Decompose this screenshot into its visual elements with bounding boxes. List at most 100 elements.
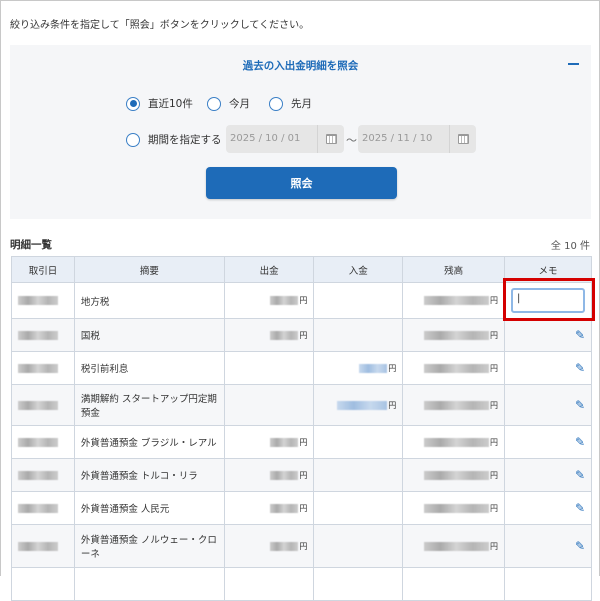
- blurred-date: [18, 363, 58, 373]
- blurred-date: [18, 296, 58, 305]
- yen-label: 円: [299, 330, 308, 340]
- pencil-icon[interactable]: ✎: [575, 328, 585, 342]
- radio-label: 今月: [229, 98, 250, 110]
- blurred-amount: [423, 541, 489, 551]
- blurred-amount: [423, 296, 489, 305]
- pencil-icon[interactable]: ✎: [575, 435, 585, 449]
- desc-cell: 外貨普通預金 トルコ・リラ: [73, 458, 225, 492]
- table-row: 税引前利息 円 円 ✎: [11, 351, 593, 385]
- list-title: 明細一覧: [10, 239, 52, 251]
- yen-label: 円: [299, 503, 308, 513]
- yen-label: 円: [489, 330, 498, 340]
- blurred-amount: [270, 503, 299, 513]
- yen-label: 円: [489, 541, 498, 551]
- in-cell: 円: [313, 351, 404, 385]
- blurred-amount: [337, 400, 388, 410]
- memo-cell[interactable]: ✎: [503, 458, 593, 492]
- radio-label: 先月: [291, 98, 312, 110]
- out-cell: 円: [223, 425, 315, 459]
- balance-cell: 円: [402, 458, 505, 492]
- radio-icon: [126, 132, 140, 147]
- blurred-amount: [423, 330, 489, 340]
- blurred-date: [18, 470, 58, 480]
- yen-label: 円: [299, 470, 308, 480]
- in-cell: 円: [313, 384, 404, 426]
- date-cell: [11, 491, 75, 525]
- radio-recent10[interactable]: 直近10件: [126, 96, 193, 111]
- blurred-amount: [423, 400, 489, 410]
- minus-icon[interactable]: [568, 63, 579, 65]
- yen-label: 円: [489, 400, 498, 410]
- radio-date-range[interactable]: 期間を指定する: [126, 132, 222, 147]
- date-cell: [11, 384, 75, 426]
- table-row: 外貨普通預金 ブラジル・レアル 円 円 ✎: [11, 425, 593, 459]
- desc-cell: 外貨普通預金 ブラジル・レアル: [73, 425, 225, 459]
- date-from-input[interactable]: 2025 / 10 / 01: [226, 125, 344, 153]
- blurred-date: [18, 541, 58, 551]
- balance-cell: 円: [402, 491, 505, 525]
- table-row: 外貨普通預金 トルコ・リラ 円 円 ✎: [11, 458, 593, 492]
- desc-cell: 外貨普通預金 人民元: [73, 491, 225, 525]
- memo-cell[interactable]: ✎: [503, 351, 593, 385]
- radio-last-month[interactable]: 先月: [269, 96, 312, 111]
- date-to-input[interactable]: 2025 / 11 / 10: [358, 125, 476, 153]
- blurred-date: [18, 400, 58, 410]
- date-cell: [11, 524, 75, 568]
- date-to-value: 2025 / 11 / 10: [362, 133, 433, 144]
- pencil-icon[interactable]: ✎: [575, 501, 585, 515]
- pencil-icon[interactable]: ✎: [575, 398, 585, 412]
- out-cell: 円: [223, 524, 315, 568]
- out-cell: 円: [223, 282, 315, 319]
- calendar-icon[interactable]: [317, 125, 344, 153]
- col-date: 取引日: [11, 256, 75, 283]
- date-from-value: 2025 / 10 / 01: [230, 133, 301, 144]
- balance-cell: 円: [402, 351, 505, 385]
- table-row: 国税 円 円 ✎: [11, 318, 593, 352]
- yen-label: 円: [489, 470, 498, 480]
- blurred-amount: [270, 330, 299, 340]
- yen-label: 円: [299, 437, 308, 447]
- radio-this-month[interactable]: 今月: [207, 96, 250, 111]
- desc-cell: 税引前利息: [73, 351, 225, 385]
- memo-cell[interactable]: ✎: [503, 384, 593, 426]
- submit-button[interactable]: 照会: [206, 167, 397, 199]
- instruction-text: 絞り込み条件を指定して「照会」ボタンをクリックしてください。: [10, 20, 310, 31]
- memo-cell[interactable]: ✎: [503, 425, 593, 459]
- table-row: 外貨普通預金 ノルウェー・クローネ 円 円 ✎: [11, 524, 593, 568]
- date-cell: [11, 425, 75, 459]
- yen-label: 円: [299, 541, 308, 551]
- radio-label: 期間を指定する: [148, 134, 222, 146]
- blurred-date: [18, 330, 58, 340]
- memo-cell[interactable]: ✎: [503, 318, 593, 352]
- out-cell: [223, 384, 315, 426]
- memo-cell[interactable]: ✎: [503, 524, 593, 568]
- col-desc: 摘要: [73, 256, 225, 283]
- result-count: 全 10 件: [550, 241, 590, 252]
- col-balance: 残高: [402, 256, 505, 283]
- in-cell: [313, 282, 404, 319]
- blurred-date: [18, 437, 58, 447]
- table-row: 外貨普通預金 人民元 円 円 ✎: [11, 491, 593, 525]
- blurred-amount: [270, 470, 299, 480]
- col-out: 出金: [223, 256, 315, 283]
- pencil-icon[interactable]: ✎: [575, 468, 585, 482]
- panel-title: 過去の入出金明細を照会: [242, 60, 359, 72]
- in-cell: [313, 318, 404, 352]
- pencil-icon[interactable]: ✎: [575, 361, 585, 375]
- date-cell: [11, 351, 75, 385]
- blurred-amount: [423, 470, 489, 480]
- out-cell: 円: [223, 318, 315, 352]
- blurred-amount: [270, 541, 299, 551]
- range-separator: ～: [346, 134, 357, 147]
- pencil-icon[interactable]: ✎: [575, 539, 585, 553]
- in-cell: [313, 524, 404, 568]
- yen-label: 円: [299, 296, 308, 305]
- radio-checked-icon: [126, 96, 140, 111]
- memo-cell[interactable]: ✎: [503, 491, 593, 525]
- highlight-box: [503, 278, 595, 321]
- date-cell: [11, 458, 75, 492]
- calendar-icon[interactable]: [449, 125, 476, 153]
- in-cell: [313, 425, 404, 459]
- desc-cell: 国税: [73, 318, 225, 352]
- yen-label: 円: [489, 503, 498, 513]
